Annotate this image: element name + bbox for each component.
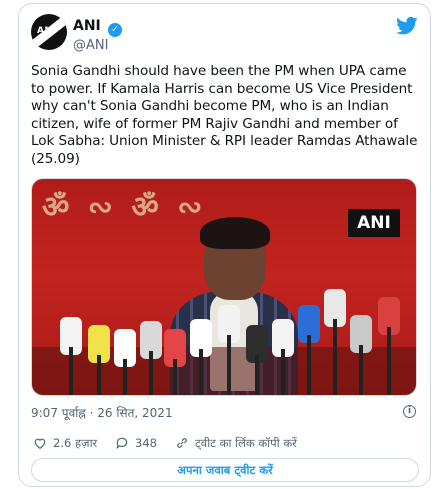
avatar[interactable]: ANI [31,14,67,50]
reply-button[interactable]: 348 [115,436,157,450]
microphone [350,315,372,395]
microphone [164,329,186,395]
copy-link-label: ट्वीट का लिंक कॉपी करें [195,436,297,450]
heart-icon [34,438,46,449]
microphone [88,325,110,395]
media-watermark: ANI [348,209,400,237]
author-names: ANI ✓ @ANI [73,15,122,53]
microphone [114,329,136,395]
background-banner: ॐ ∾ ॐ ∾ [42,190,207,225]
info-icon[interactable]: i [403,405,416,418]
microphone [190,319,212,395]
reply-tweet-button[interactable]: अपना जवाब ट्वीट करें [31,458,419,482]
microphone [218,305,240,395]
reply-count: 348 [135,436,157,450]
microphone [298,305,320,395]
twitter-bird-icon[interactable] [396,16,418,36]
display-name[interactable]: ANI [73,18,101,34]
tweet-timestamp[interactable]: 9:07 पूर्वाह्न · 26 सित, 2021 [31,404,173,421]
account-handle[interactable]: @ANI [73,38,122,53]
display-name-row[interactable]: ANI ✓ [73,15,122,37]
like-count: 2.6 हज़ार [53,436,98,450]
tweet-media-image[interactable]: ॐ ∾ ॐ ∾ ANI [31,178,417,396]
avatar-logo-text: ANI [37,26,57,36]
copy-link-button[interactable]: ट्वीट का लिंक कॉपी करें [175,436,297,451]
verified-badge-icon: ✓ [107,23,122,37]
tweet-header: ANI ANI ✓ @ANI [31,14,420,54]
microphone [324,289,346,395]
microphone [272,319,294,395]
link-icon [177,438,187,448]
like-button[interactable]: 2.6 हज़ार [33,436,97,451]
microphone [378,297,400,395]
microphone [60,317,82,395]
speaker-hair [200,217,270,249]
microphone [140,321,162,395]
microphone [246,325,268,395]
tweet-card: ANI ANI ✓ @ANI Sonia Gandhi should have … [18,3,431,487]
tweet-text: Sonia Gandhi should have been the PM whe… [31,63,418,167]
reply-icon [116,437,128,450]
